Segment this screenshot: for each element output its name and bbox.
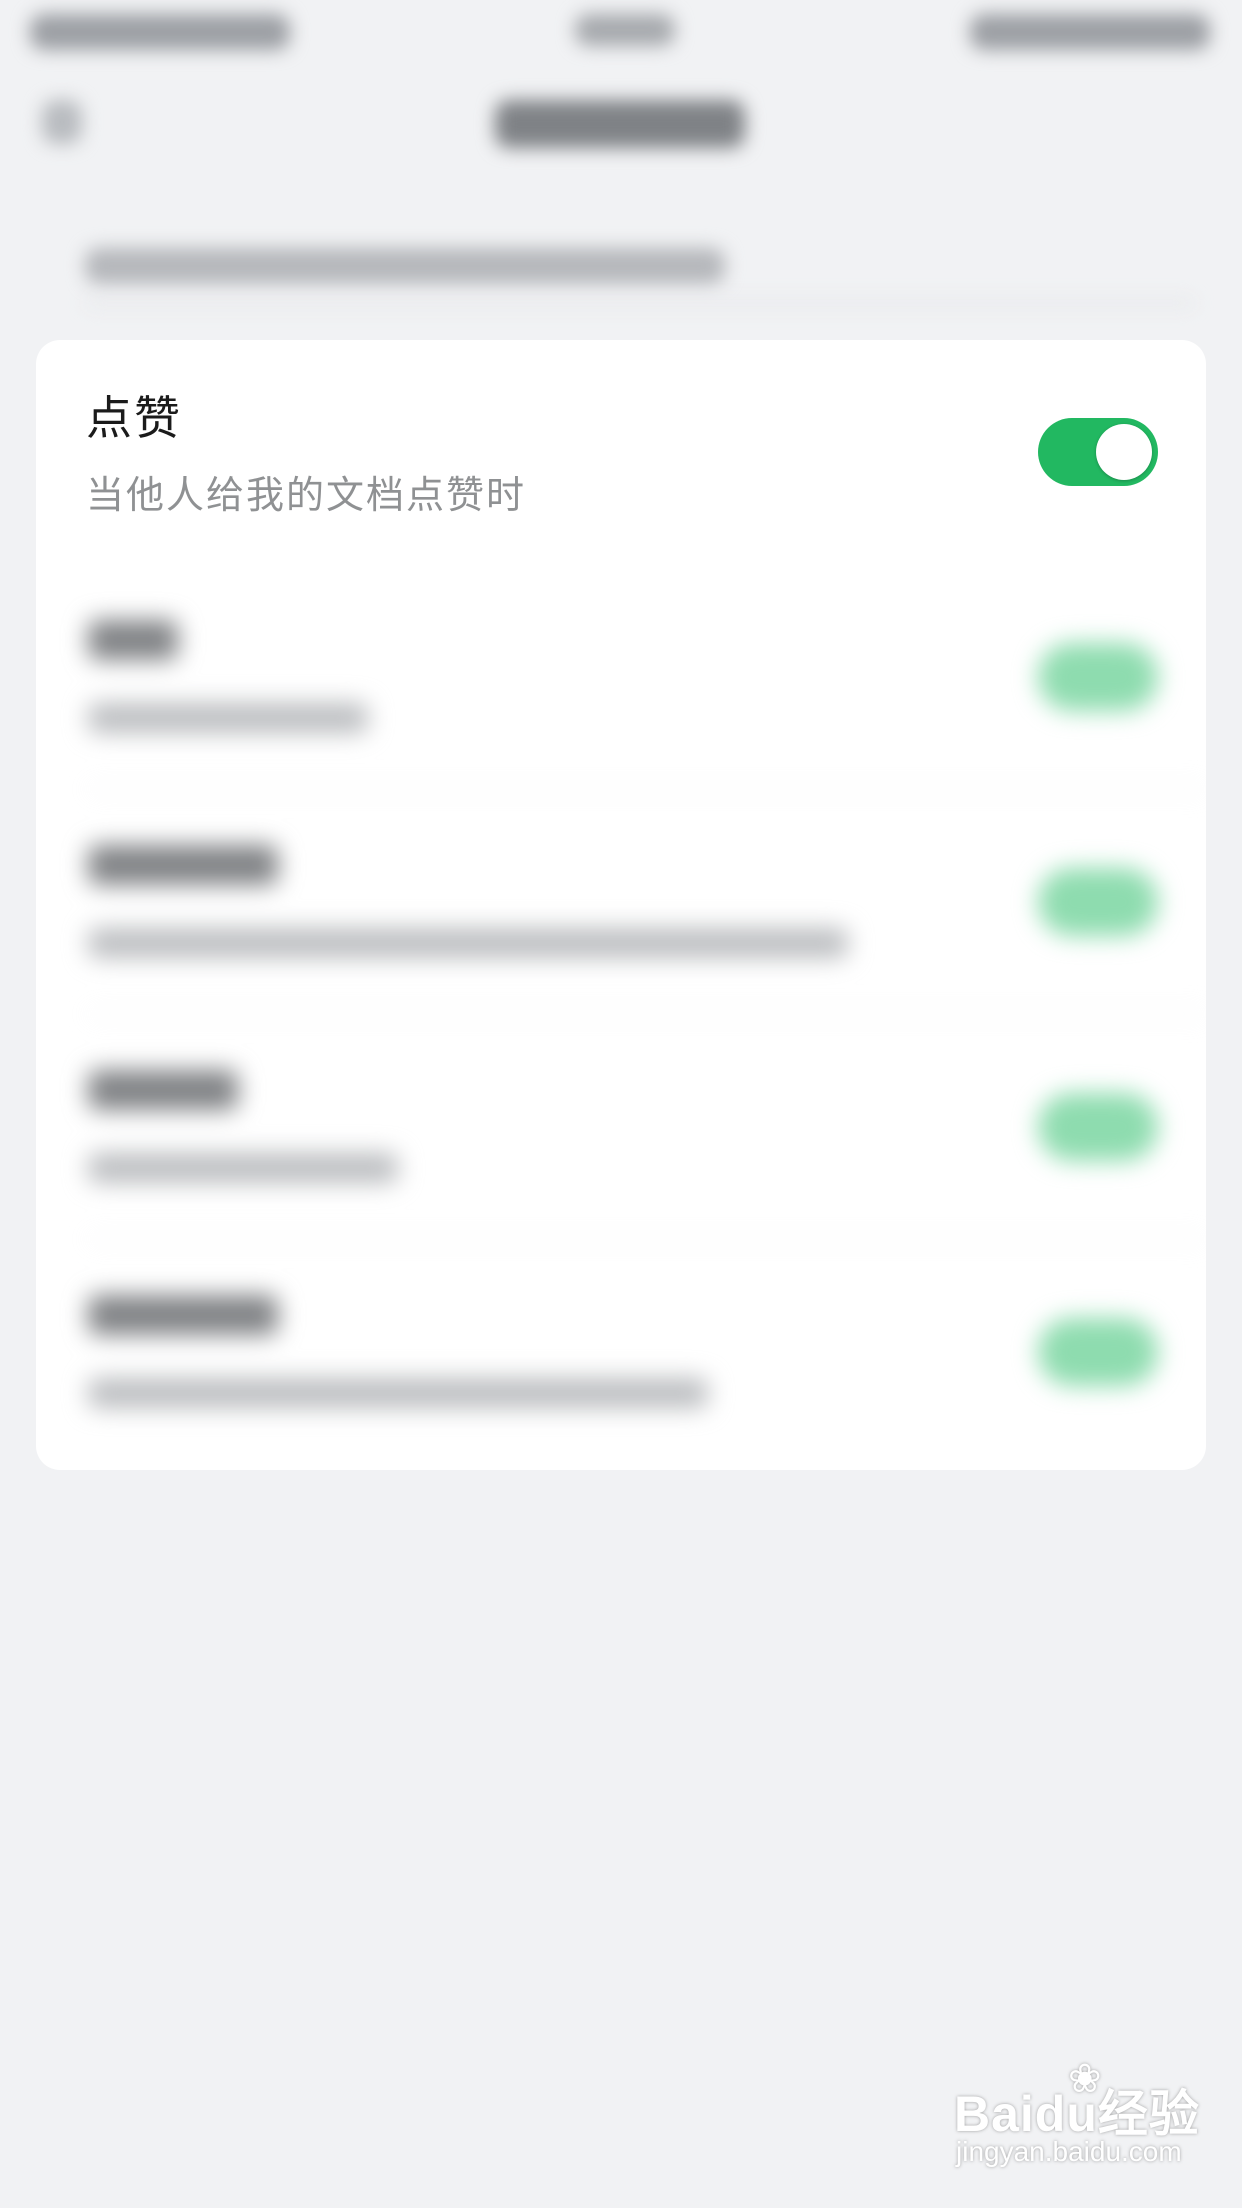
toggle-knob	[1096, 424, 1152, 480]
blurred-setting-row	[36, 790, 1206, 1015]
blurred-setting-rows	[36, 565, 1206, 1470]
blurred-setting-row	[36, 1240, 1206, 1465]
back-icon[interactable]	[42, 100, 82, 144]
blurred-toggle-switch[interactable]	[1038, 1093, 1158, 1161]
blurred-setting-row	[36, 565, 1206, 790]
setting-row-like: 点赞 当他人给我的文档点赞时	[36, 340, 1206, 565]
section-description	[85, 248, 725, 284]
like-toggle-switch[interactable]	[1038, 418, 1158, 486]
status-bar-time	[30, 14, 290, 50]
blurred-setting-row	[36, 1015, 1206, 1240]
page-title	[495, 100, 745, 148]
setting-description: 当他人给我的文档点赞时	[86, 473, 527, 517]
status-bar-indicators	[970, 14, 1210, 50]
status-bar-carrier	[575, 14, 675, 46]
blurred-toggle-switch[interactable]	[1038, 868, 1158, 936]
notification-settings-card: 点赞 当他人给我的文档点赞时	[36, 340, 1206, 1470]
blurred-toggle-switch[interactable]	[1038, 643, 1158, 711]
section-divider	[85, 300, 1195, 306]
baidu-jingyan-watermark: ❀ Baidu经验 jingyan.baidu.com	[950, 2057, 1200, 2178]
blurred-toggle-switch[interactable]	[1038, 1318, 1158, 1386]
watermark-url: jingyan.baidu.com	[956, 2136, 1182, 2167]
setting-title: 点赞	[86, 391, 182, 445]
